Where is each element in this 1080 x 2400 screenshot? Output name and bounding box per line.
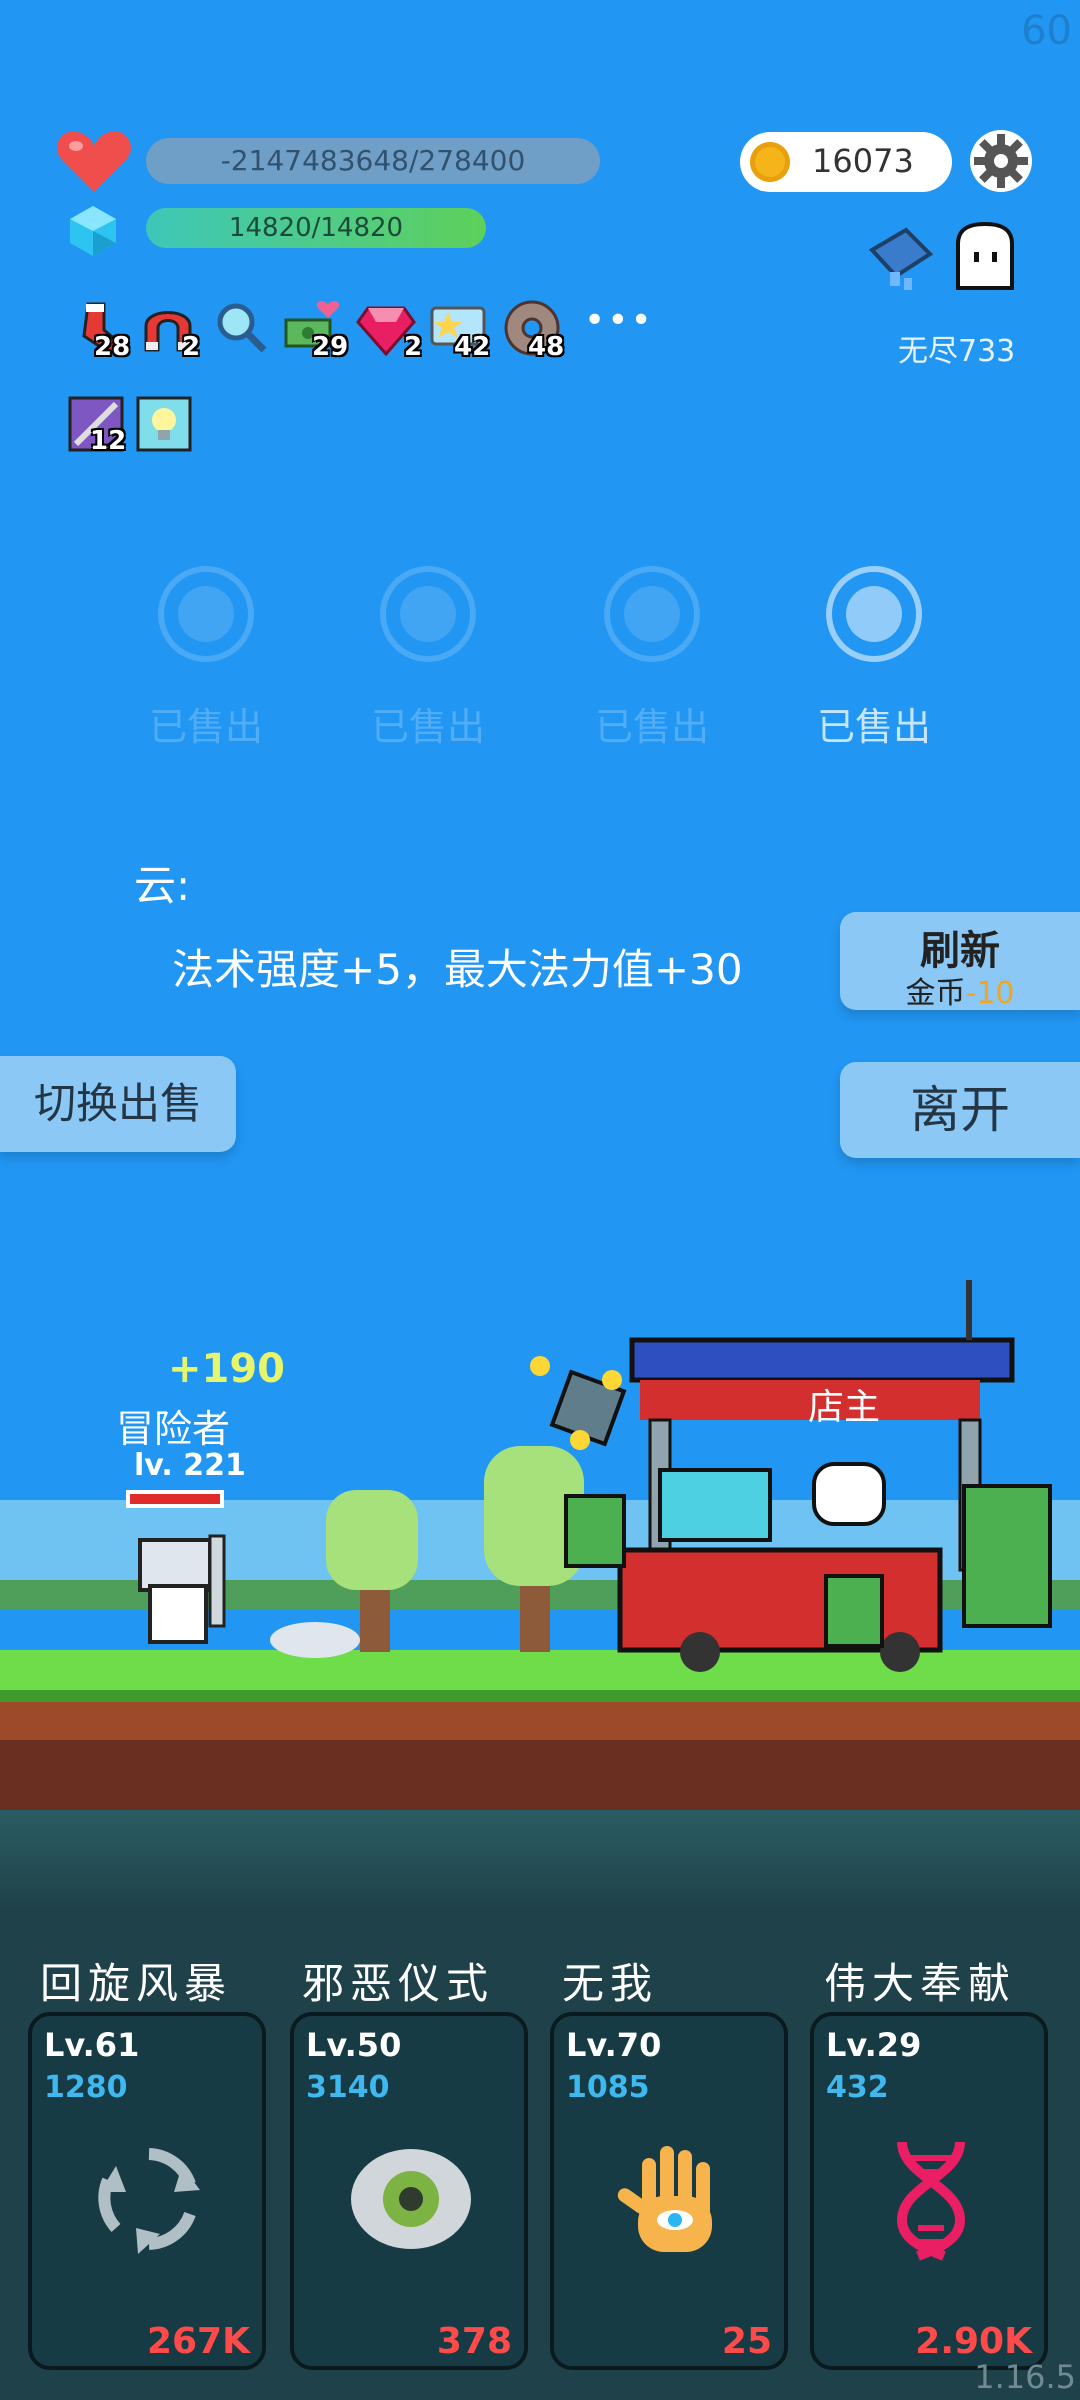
gear-icon[interactable] (968, 128, 1034, 194)
skill-power: 3140 (306, 2070, 390, 2105)
skill-cost: 25 (721, 2321, 772, 2362)
mana-crystal-icon (70, 206, 116, 256)
ruby-icon[interactable]: 2 (356, 300, 422, 362)
crown-icon (846, 586, 902, 642)
sold-label: 已售出 (594, 705, 709, 749)
coin-icon (750, 142, 790, 182)
player-level: lv. 221 (134, 1448, 246, 1483)
skill-cost: 2.90K (915, 2321, 1032, 2362)
shop-slot[interactable] (158, 566, 254, 662)
dna-icon (896, 2141, 966, 2261)
shop-slot[interactable] (380, 566, 476, 662)
skill-card[interactable]: Lv.50 3140 378 (290, 2012, 528, 2370)
heart-icon (57, 131, 131, 192)
item-count: 48 (528, 332, 565, 362)
shop-cart (564, 1280, 1052, 1672)
skill-card[interactable]: Lv.70 1085 25 (550, 2012, 788, 2370)
coin-value: 16073 (812, 142, 914, 180)
coin-counter: 16073 (740, 132, 952, 192)
skill-name: 伟大奉献 (824, 1959, 1017, 2008)
skill-power: 432 (826, 2070, 889, 2105)
player-health-bar (126, 1490, 224, 1508)
more-items-button[interactable]: ••• (584, 300, 654, 341)
skill-card[interactable]: Lv.29 432 2.90K (810, 2012, 1048, 2370)
magnifier-icon[interactable] (212, 298, 272, 358)
skill-cost: 378 (436, 2321, 512, 2362)
crown-icon (400, 586, 456, 642)
skill-level: Lv.70 (566, 2026, 662, 2064)
skill-level: Lv.61 (44, 2026, 140, 2064)
shop-slot-selected[interactable] (826, 566, 922, 662)
item-count: 29 (312, 332, 349, 362)
sock-icon[interactable]: 28 (70, 300, 131, 362)
spiked-mace (530, 1356, 627, 1450)
refresh-button[interactable]: 刷新 金币-10 (840, 912, 1080, 1011)
item-count: 2 (404, 332, 423, 362)
item-count: 28 (94, 332, 131, 362)
eye-icon (351, 2149, 471, 2249)
player-knight (138, 1534, 226, 1644)
sword-box-icon[interactable]: 12 (68, 396, 128, 456)
ghost-icon[interactable] (950, 222, 1020, 292)
lightbulb-icon[interactable] (136, 396, 196, 456)
skill-card[interactable]: Lv.61 1280 267K (28, 2012, 266, 2370)
watering-can-icon[interactable] (864, 216, 944, 296)
money-heart-icon[interactable]: 29 (284, 300, 348, 362)
skill-name: 无我 (562, 1959, 659, 2008)
hamsa-hand-icon (617, 2146, 712, 2252)
refresh-cost: 金币-10 (905, 976, 1015, 1011)
item-name: 云: (134, 861, 191, 910)
endless-mode-label: 无尽733 (898, 334, 1016, 369)
sold-label: 已售出 (816, 705, 931, 749)
shop-slot[interactable] (604, 566, 700, 662)
cycle-arrows-icon (98, 2148, 200, 2254)
item-count: 42 (454, 332, 491, 362)
mp-bar: 14820/14820 (146, 208, 486, 248)
gain-popup: +190 (168, 1346, 286, 1392)
item-description: 法术强度+5，最大法力值+30 (172, 945, 743, 994)
skill-name: 邪恶仪式 (302, 1959, 495, 2008)
skill-power: 1280 (44, 2070, 128, 2105)
donut-icon[interactable]: 48 (502, 298, 564, 362)
skill-level: Lv.50 (306, 2026, 402, 2064)
skill-name: 回旋风暴 (40, 1959, 233, 2008)
fps-counter: 60 (1021, 8, 1072, 54)
version-label: 1.16.5 (974, 2358, 1076, 2396)
switch-sell-button[interactable]: 切换出售 (0, 1056, 236, 1152)
magnet-icon[interactable]: 2 (138, 300, 201, 362)
hp-bar: -2147483648/278400 (146, 138, 600, 184)
shopkeeper-label: 店主 (808, 1387, 881, 1428)
crown-icon (178, 586, 234, 642)
leave-button[interactable]: 离开 (840, 1062, 1080, 1158)
star-card-icon[interactable]: 42 (428, 302, 491, 362)
skill-cost: 267K (146, 2321, 250, 2362)
player-name: 冒险者 (116, 1407, 231, 1451)
item-count: 12 (90, 426, 127, 456)
sold-label: 已售出 (148, 705, 263, 749)
skill-level: Lv.29 (826, 2026, 922, 2064)
sold-label: 已售出 (370, 705, 485, 749)
game-scene (0, 1280, 1080, 1810)
water-strip (0, 1810, 1080, 1910)
skill-power: 1085 (566, 2070, 650, 2105)
crown-icon (624, 586, 680, 642)
player-health-fill (130, 1494, 220, 1504)
item-count: 2 (182, 332, 201, 362)
